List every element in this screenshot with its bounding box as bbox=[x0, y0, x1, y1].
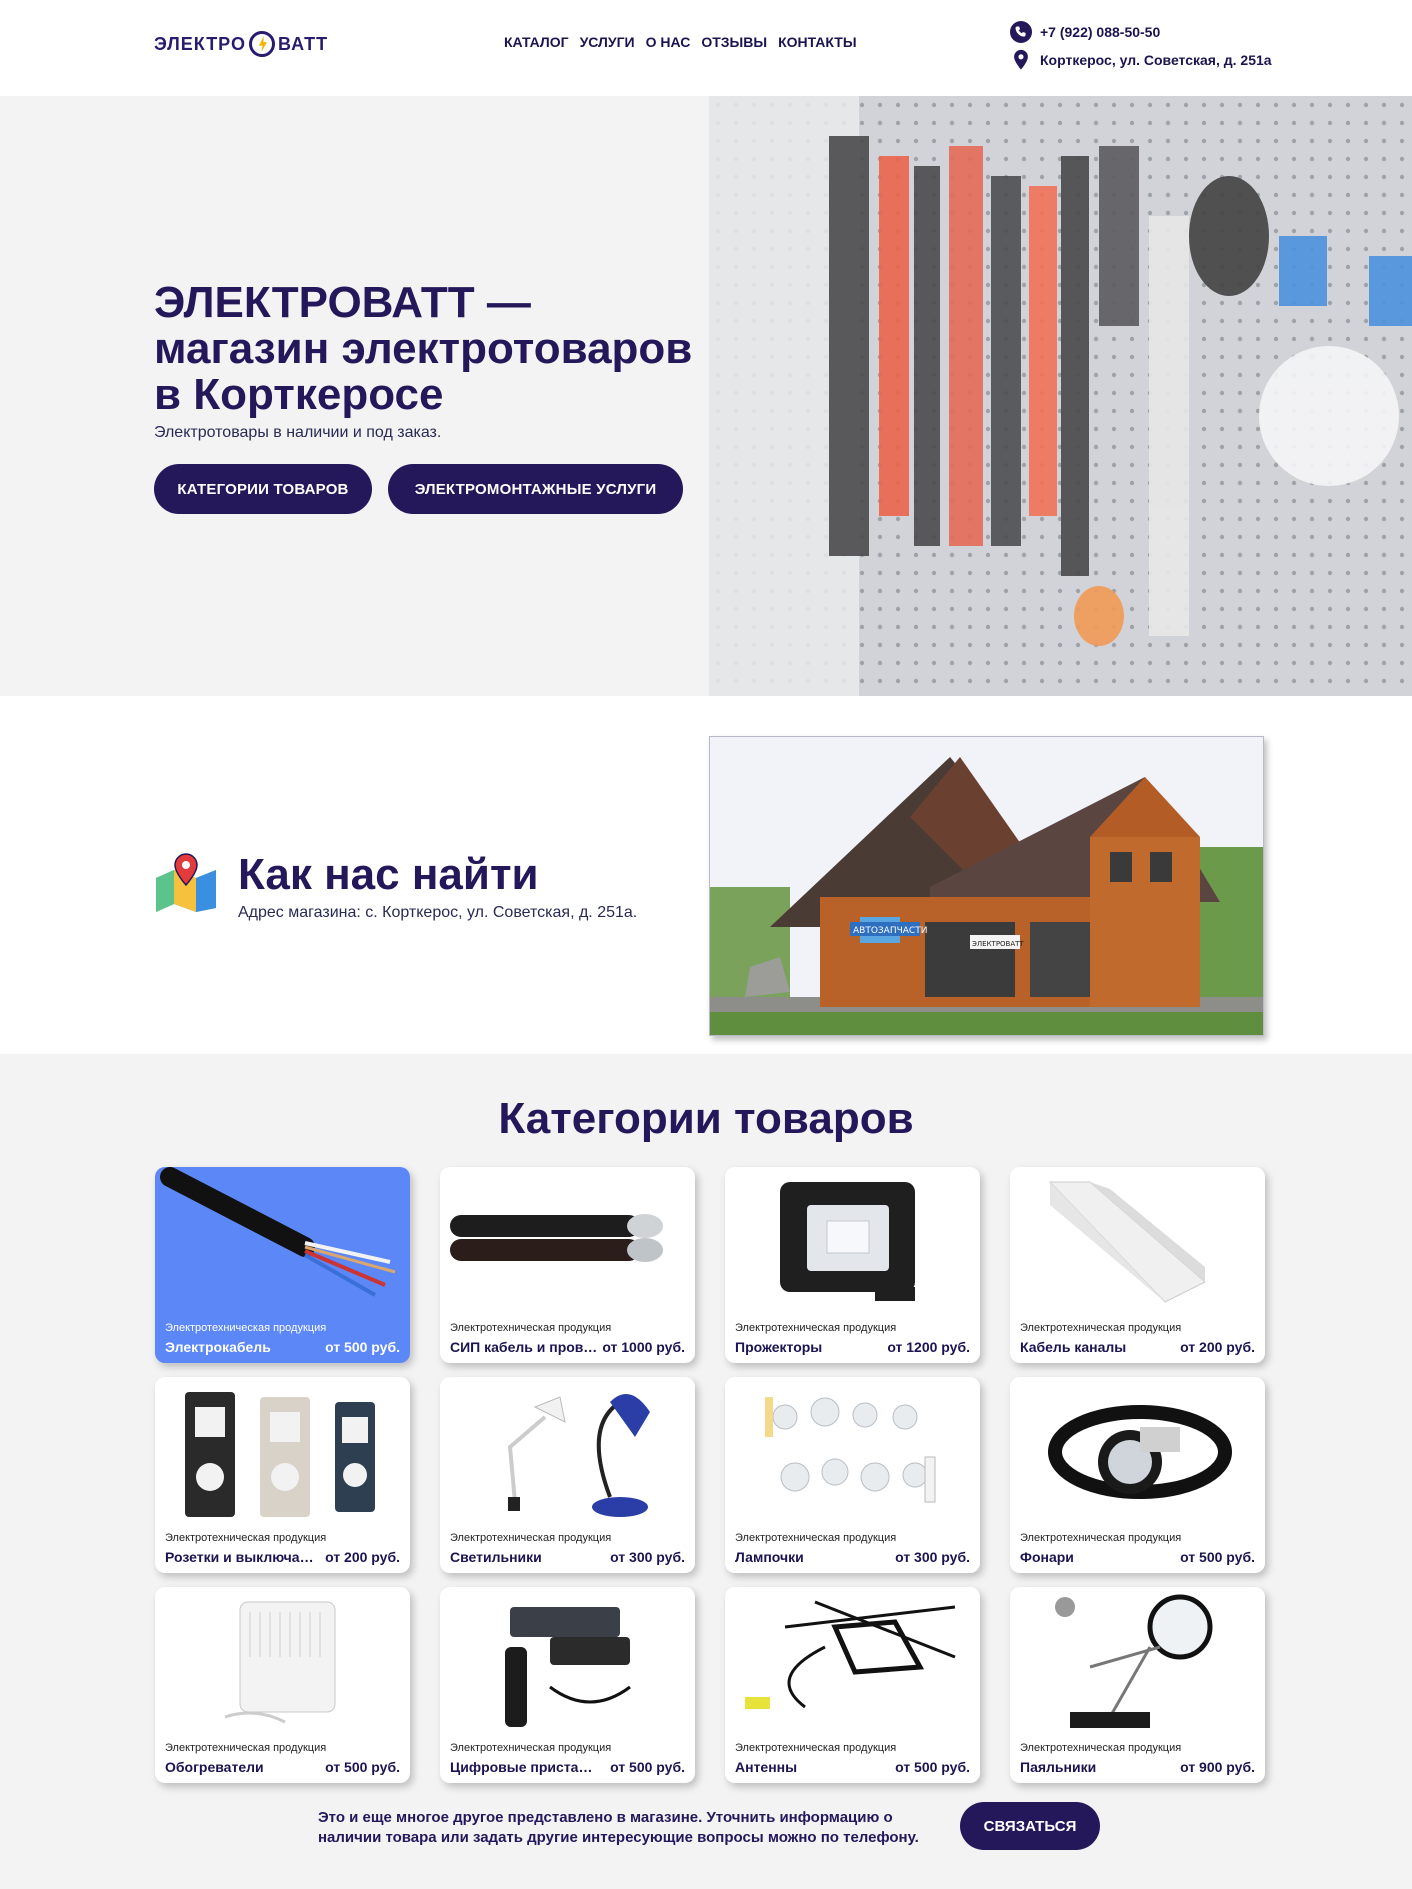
services-button[interactable]: ЭЛЕКТРОМОНТАЖНЫЕ УСЛУГИ bbox=[388, 464, 683, 514]
card-price: от 300 руб. bbox=[895, 1549, 970, 1565]
card-subtitle: Электротехническая продукция bbox=[165, 1532, 327, 1544]
card-subtitle: Электротехническая продукция bbox=[1020, 1532, 1182, 1544]
categories-title: Категории товаров bbox=[498, 1094, 914, 1143]
card-subtitle: Электротехническая продукция bbox=[450, 1322, 612, 1334]
card-name: Розетки и выключат... bbox=[165, 1549, 315, 1565]
card-price: от 200 руб. bbox=[1180, 1339, 1255, 1355]
sign-autoparts: АВТОЗАПЧАСТИ bbox=[853, 926, 927, 936]
heater-image bbox=[224, 1601, 336, 1724]
logo-text-left: ЭЛЕКТРО bbox=[154, 33, 246, 54]
category-card-lamps[interactable]: Электротехническая продукция Светильники… bbox=[440, 1377, 695, 1573]
card-price: от 900 руб. bbox=[1180, 1759, 1255, 1775]
category-card-antennas[interactable]: Электротехническая продукция Антенны от … bbox=[725, 1587, 980, 1783]
phone-row[interactable]: +7 (922) 088-50-50 bbox=[1010, 18, 1272, 46]
lightning-icon bbox=[248, 31, 275, 57]
find-us-section: Как нас найти Адрес магазина: с. Корткер… bbox=[0, 696, 1412, 1054]
soldering-stand-image bbox=[1055, 1594, 1213, 1728]
category-card-floodlights[interactable]: Электротехническая продукция Прожекторы … bbox=[725, 1167, 980, 1363]
nav-reviews[interactable]: ОТЗЫВЫ bbox=[701, 34, 767, 50]
card-name: Электрокабель bbox=[165, 1339, 271, 1355]
nav-contacts[interactable]: КОНТАКТЫ bbox=[778, 34, 856, 50]
socket-image bbox=[185, 1392, 375, 1517]
card-name: Цифровые приставки bbox=[450, 1759, 600, 1775]
card-subtitle: Электротехническая продукция bbox=[1020, 1742, 1182, 1754]
header-address: Корткерос, ул. Советская, д. 251а bbox=[1040, 52, 1272, 68]
card-name: Антенны bbox=[735, 1759, 798, 1775]
card-subtitle: Электротехническая продукция bbox=[165, 1742, 327, 1754]
card-name: Фонари bbox=[1020, 1549, 1074, 1565]
category-card-bulbs[interactable]: Электротехническая продукция Лампочки от… bbox=[725, 1377, 980, 1573]
nav-services[interactable]: УСЛУГИ bbox=[580, 34, 635, 50]
store-building-photo: АВТОЗАПЧАСТИ ЭЛЕКТРОВАТТ bbox=[709, 736, 1264, 1036]
logo[interactable]: ЭЛЕКТРО ВАТТ bbox=[154, 30, 328, 58]
card-price: от 500 руб. bbox=[325, 1339, 400, 1355]
card-price: от 500 руб. bbox=[1180, 1549, 1255, 1565]
headlamp-image bbox=[1048, 1405, 1232, 1499]
address-row: Корткерос, ул. Советская, д. 251а bbox=[1010, 46, 1272, 74]
card-price: от 500 руб. bbox=[610, 1759, 685, 1775]
category-card-sip-cable[interactable]: Электротехническая продукция СИП кабель … bbox=[440, 1167, 695, 1363]
category-card-soldering[interactable]: Электротехническая продукция Паяльники о… bbox=[1010, 1587, 1265, 1783]
card-price: от 1200 руб. bbox=[887, 1339, 970, 1355]
card-price: от 300 руб. bbox=[610, 1549, 685, 1565]
cable-image bbox=[160, 1167, 396, 1297]
card-price: от 200 руб. bbox=[325, 1549, 400, 1565]
category-card-sockets[interactable]: Электротехническая продукция Розетки и в… bbox=[155, 1377, 410, 1573]
desk-lamp-image bbox=[507, 1394, 650, 1517]
card-subtitle: Электротехническая продукция bbox=[735, 1322, 897, 1334]
logo-text-right: ВАТТ bbox=[277, 33, 329, 54]
availability-note: Это и еще многое другое представлено в м… bbox=[318, 1809, 919, 1846]
card-subtitle: Электротехническая продукция bbox=[1020, 1322, 1182, 1334]
card-name: Обогреватели bbox=[165, 1759, 264, 1775]
categories-button[interactable]: КАТЕГОРИИ ТОВАРОВ bbox=[154, 464, 372, 514]
card-subtitle: Электротехническая продукция bbox=[165, 1322, 327, 1334]
tv-box-image bbox=[505, 1607, 631, 1727]
find-us-title: Как нас найти bbox=[238, 850, 539, 899]
card-name: Прожекторы bbox=[735, 1339, 823, 1355]
category-card-cable[interactable]: Электротехническая продукция Электрокабе… bbox=[155, 1167, 410, 1363]
card-subtitle: Электротехническая продукция bbox=[735, 1742, 897, 1754]
store-address: Адрес магазина: с. Корткерос, ул. Советс… bbox=[238, 904, 638, 921]
hero-subtitle: Электротовары в наличии и под заказ. bbox=[154, 424, 442, 441]
card-subtitle: Электротехническая продукция bbox=[450, 1742, 612, 1754]
card-price: от 500 руб. bbox=[325, 1759, 400, 1775]
categories-section: Категории товаров Электротехническая про… bbox=[0, 1054, 1412, 1889]
sip-cable-image bbox=[450, 1214, 663, 1262]
phone-icon bbox=[1010, 21, 1032, 43]
category-card-heaters[interactable]: Электротехническая продукция Обогревател… bbox=[155, 1587, 410, 1783]
card-name: СИП кабель и провод bbox=[450, 1339, 600, 1355]
card-name: Кабель каналы bbox=[1020, 1339, 1127, 1355]
store-shelf-photo bbox=[709, 96, 1412, 696]
card-name: Лампочки bbox=[735, 1549, 804, 1565]
main-nav: КАТАЛОГ УСЛУГИ О НАС ОТЗЫВЫ КОНТАКТЫ bbox=[504, 34, 857, 50]
phone-number: +7 (922) 088-50-50 bbox=[1040, 24, 1161, 40]
nav-about[interactable]: О НАС bbox=[646, 34, 691, 50]
nav-catalog[interactable]: КАТАЛОГ bbox=[504, 34, 569, 50]
sign-electrovatt: ЭЛЕКТРОВАТТ bbox=[972, 940, 1024, 948]
hero-title: ЭЛЕКТРОВАТТ — магазин электротоваров в К… bbox=[154, 278, 693, 419]
category-card-tv-boxes[interactable]: Электротехническая продукция Цифровые пр… bbox=[440, 1587, 695, 1783]
card-subtitle: Электротехническая продукция bbox=[450, 1532, 612, 1544]
floodlight-image bbox=[780, 1182, 915, 1301]
card-price: от 1000 руб. bbox=[602, 1339, 685, 1355]
category-card-flashlights[interactable]: Электротехническая продукция Фонари от 5… bbox=[1010, 1377, 1265, 1573]
contact-button[interactable]: СВЯЗАТЬСЯ bbox=[960, 1802, 1100, 1850]
location-pin-icon bbox=[1014, 49, 1028, 70]
antenna-image bbox=[745, 1600, 956, 1709]
card-name: Паяльники bbox=[1020, 1759, 1097, 1775]
card-subtitle: Электротехническая продукция bbox=[735, 1532, 897, 1544]
hero-section: ЭЛЕКТРОВАТТ — магазин электротоваров в К… bbox=[0, 96, 1412, 696]
site-header: ЭЛЕКТРО ВАТТ КАТАЛОГ УСЛУГИ О НАС ОТЗЫВЫ… bbox=[0, 0, 1412, 96]
card-name: Светильники bbox=[450, 1549, 542, 1565]
cable-channel-image bbox=[1048, 1181, 1206, 1303]
header-contacts: +7 (922) 088-50-50 Корткерос, ул. Советс… bbox=[1010, 18, 1272, 74]
category-card-cable-channels[interactable]: Электротехническая продукция Кабель кана… bbox=[1010, 1167, 1265, 1363]
card-price: от 500 руб. bbox=[895, 1759, 970, 1775]
light-bulbs-image bbox=[765, 1397, 936, 1503]
map-pin-icon bbox=[156, 853, 216, 912]
